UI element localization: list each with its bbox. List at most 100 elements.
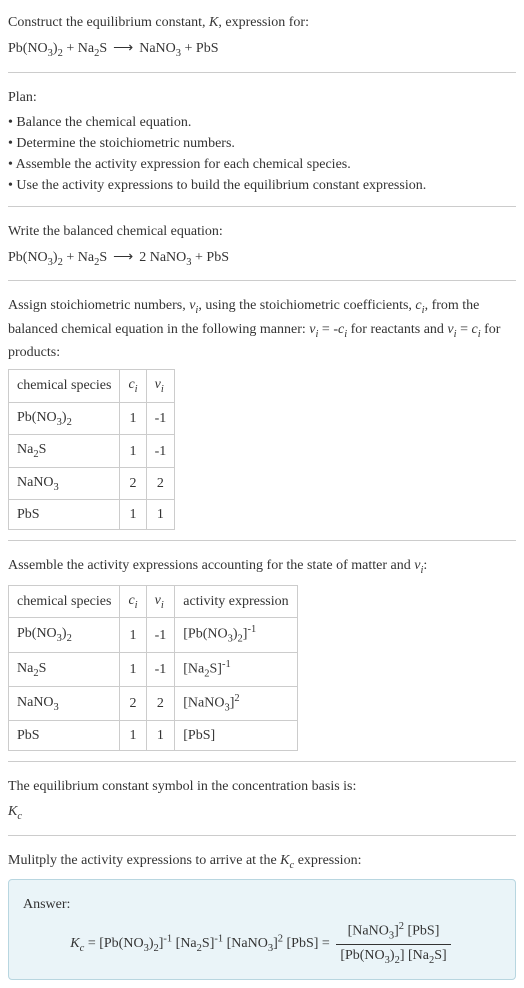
cell: Pb(NO3)2 <box>9 618 120 652</box>
t: NaNO <box>150 250 187 265</box>
th-species: chemical species <box>9 370 120 403</box>
stoich-table: chemical species ci νi Pb(NO3)2 1 -1 Na2… <box>8 369 175 530</box>
t: Na <box>78 41 94 56</box>
cell: 1 <box>120 618 146 652</box>
k: K <box>280 853 289 868</box>
eq: = <box>84 936 99 951</box>
txt2: , expression for: <box>218 15 309 30</box>
cell: Pb(NO3)2 <box>9 402 120 435</box>
cell: PbS <box>9 721 120 751</box>
plan-section: Plan: Balance the chemical equation. Det… <box>8 72 516 196</box>
stoich-header: Assign stoichiometric numbers, νi, using… <box>8 295 516 363</box>
cell: Na2S <box>9 652 120 686</box>
th-c: ci <box>120 370 146 403</box>
s: i <box>161 600 164 611</box>
th-nu: νi <box>146 585 175 618</box>
table-row: Na2S 1 -1 [Na2S]-1 <box>9 652 298 686</box>
th-species: chemical species <box>9 585 120 618</box>
c: c <box>17 811 22 822</box>
cell: 2 <box>146 467 175 500</box>
cell: 2 <box>120 686 146 720</box>
cell: [NaNO3]2 <box>175 686 297 720</box>
na2s: Na2S <box>78 250 107 265</box>
p2: + <box>181 41 196 56</box>
eq2: = <box>318 936 333 951</box>
cell: 1 <box>146 721 175 751</box>
p1: + <box>63 250 78 265</box>
symbol-kc: Kc <box>8 801 516 825</box>
cell: Na2S <box>9 435 120 468</box>
t: Assign stoichiometric numbers, <box>8 298 189 313</box>
nano3: NaNO3 <box>139 41 181 56</box>
cell: 1 <box>120 435 146 468</box>
table-row: NaNO3 2 2 [NaNO3]2 <box>9 686 298 720</box>
plan-item: Determine the stoichiometric numbers. <box>8 133 516 154</box>
activity-table: chemical species ci νi activity expressi… <box>8 585 298 751</box>
txt: Construct the equilibrium constant, <box>8 15 209 30</box>
t: Pb(NO <box>8 250 48 265</box>
cell: -1 <box>146 618 175 652</box>
s: i <box>135 384 138 395</box>
cell: 1 <box>120 500 146 530</box>
table-header-row: chemical species ci νi <box>9 370 175 403</box>
p2: + <box>192 250 207 265</box>
cell: 2 <box>120 467 146 500</box>
s: i <box>161 384 164 395</box>
answer-label: Answer: <box>23 894 501 915</box>
arrow-icon: ⟶ <box>107 248 139 264</box>
intro-section: Construct the equilibrium constant, K, e… <box>8 12 516 62</box>
answer-box: Answer: Kc = [Pb(NO3)2]-1 [Na2S]-1 [NaNO… <box>8 879 516 980</box>
pbs: PbS <box>206 250 229 265</box>
stoich-section: Assign stoichiometric numbers, νi, using… <box>8 280 516 530</box>
th-activity: activity expression <box>175 585 297 618</box>
cell: 1 <box>120 402 146 435</box>
cell: -1 <box>146 435 175 468</box>
cell: 1 <box>146 500 175 530</box>
plan-list: Balance the chemical equation. Determine… <box>8 112 516 196</box>
cell: 1 <box>120 652 146 686</box>
th-c: ci <box>120 585 146 618</box>
coef2: 2 <box>139 250 146 265</box>
pbno3: Pb(NO3)2 <box>8 41 63 56</box>
eq2: = <box>457 322 472 337</box>
eq1: = - <box>318 322 338 337</box>
cell: [Na2S]-1 <box>175 652 297 686</box>
k: K <box>70 936 79 951</box>
t: Pb(NO <box>8 41 48 56</box>
multiply-line: Mulitply the activity expressions to arr… <box>8 850 516 874</box>
answer-equation: Kc = [Pb(NO3)2]-1 [Na2S]-1 [NaNO3]2 [PbS… <box>23 919 501 969</box>
table-row: Na2S 1 -1 <box>9 435 175 468</box>
table-row: Pb(NO3)2 1 -1 <box>9 402 175 435</box>
ss: S <box>99 250 107 265</box>
pbno3: Pb(NO3)2 <box>8 250 63 265</box>
activity-section: Assemble the activity expressions accoun… <box>8 540 516 751</box>
intro-line1: Construct the equilibrium constant, K, e… <box>8 12 516 33</box>
t2: : <box>423 558 427 573</box>
denominator: [Pb(NO3)2] [Na2S] <box>336 945 450 969</box>
table-row: NaNO3 2 2 <box>9 467 175 500</box>
multiply-section: Mulitply the activity expressions to arr… <box>8 835 516 980</box>
balanced-section: Write the balanced chemical equation: Pb… <box>8 206 516 271</box>
intro-equation: Pb(NO3)2 + Na2S⟶NaNO3 + PbS <box>8 37 516 62</box>
plan-header: Plan: <box>8 87 516 108</box>
balanced-equation: Pb(NO3)2 + Na2S⟶2 NaNO3 + PbS <box>8 246 516 271</box>
arrow-icon: ⟶ <box>107 39 139 55</box>
k: K <box>209 15 218 30</box>
t: Mulitply the activity expressions to arr… <box>8 853 280 868</box>
table-header-row: chemical species ci νi activity expressi… <box>9 585 298 618</box>
plan-item: Assemble the activity expression for eac… <box>8 154 516 175</box>
s: i <box>135 600 138 611</box>
fraction: [NaNO3]2 [PbS][Pb(NO3)2] [Na2S] <box>336 919 450 969</box>
activity-header: Assemble the activity expressions accoun… <box>8 555 516 579</box>
cell: [Pb(NO3)2]-1 <box>175 618 297 652</box>
t2: expression: <box>294 853 361 868</box>
t: Assemble the activity expressions accoun… <box>8 558 414 573</box>
k: K <box>8 804 17 819</box>
cell: -1 <box>146 652 175 686</box>
table-row: Pb(NO3)2 1 -1 [Pb(NO3)2]-1 <box>9 618 298 652</box>
ss: S <box>99 41 107 56</box>
t: Na <box>78 250 94 265</box>
table-row: PbS 1 1 <box>9 500 175 530</box>
p1: + <box>63 41 78 56</box>
cell: PbS <box>9 500 120 530</box>
